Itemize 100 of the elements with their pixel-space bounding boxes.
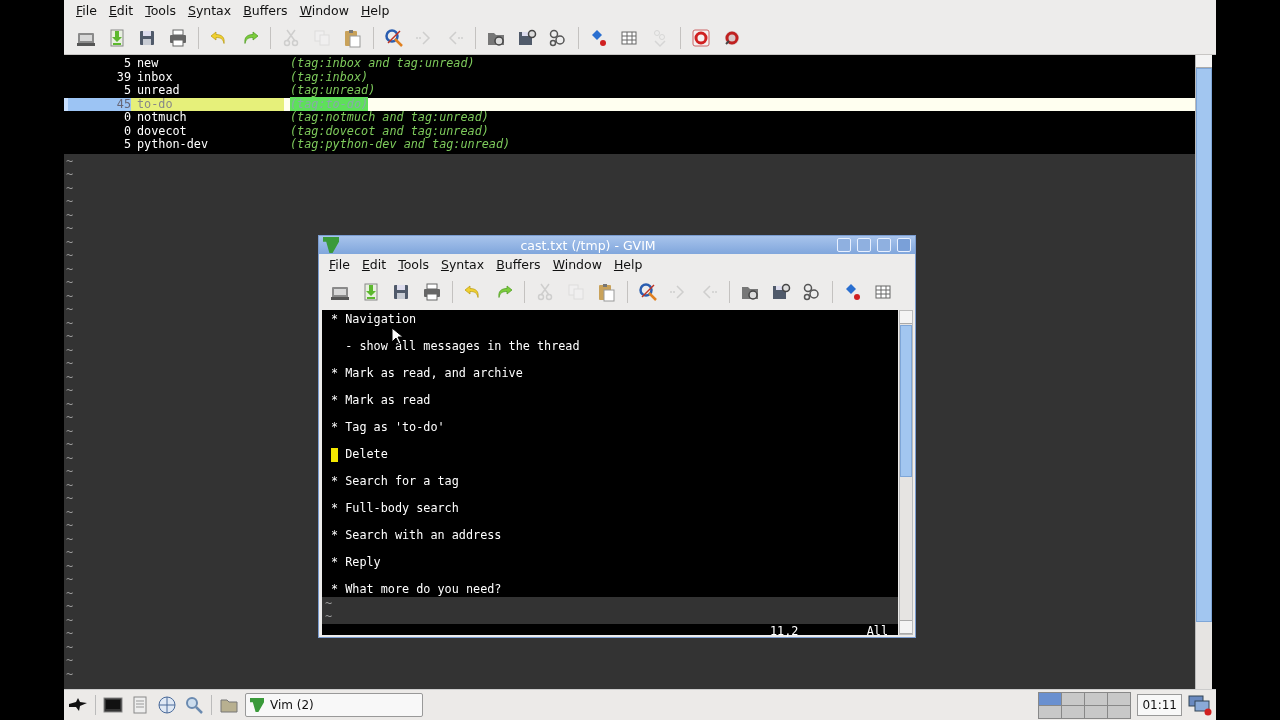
tag-name[interactable]: python-dev: [137, 137, 209, 151]
tag-query: (tag:unread): [290, 83, 376, 97]
printer-icon[interactable]: [421, 282, 442, 302]
menu-item[interactable]: Syntax: [181, 2, 238, 20]
printer-icon[interactable]: [167, 28, 188, 48]
menu-item[interactable]: Window: [293, 2, 355, 20]
empty-line-marker: ~: [325, 610, 333, 624]
workspace[interactable]: [1108, 692, 1131, 705]
text-line: Navigation: [345, 313, 417, 327]
cursor-position: 11,2: [770, 623, 799, 638]
gears-icon[interactable]: [801, 282, 822, 302]
lifebuoy-icon[interactable]: [691, 28, 712, 48]
empty-line-marker: ~: [66, 654, 74, 668]
tag-count: 5: [123, 138, 131, 152]
tag-name[interactable]: unread: [137, 83, 180, 97]
empty-line-marker: ~: [66, 465, 74, 479]
network-icon[interactable]: [1188, 694, 1212, 716]
empty-line-marker: ~: [66, 532, 74, 546]
empty-line-marker: ~: [66, 451, 74, 465]
taskbar-button[interactable]: Vim (2): [245, 693, 423, 717]
workspace[interactable]: [1062, 692, 1085, 705]
menu-item[interactable]: Syntax: [434, 256, 491, 274]
tag-count: 45: [116, 97, 131, 111]
bullet: *: [331, 394, 340, 408]
empty-line-marker: ~: [66, 343, 74, 357]
menu-item[interactable]: Buffers: [490, 256, 547, 274]
menu-item[interactable]: Help: [607, 256, 649, 274]
find-replace-icon[interactable]: [383, 28, 404, 48]
workspace-pager[interactable]: [1038, 691, 1132, 719]
menu-item[interactable]: Edit: [355, 256, 393, 274]
bullet: *: [331, 583, 340, 597]
menu-item[interactable]: Buffers: [237, 2, 294, 20]
menu-item[interactable]: Help: [354, 2, 396, 20]
scrollbar[interactable]: [1195, 55, 1212, 689]
empty-line-marker: ~: [66, 640, 74, 654]
menu-item[interactable]: File: [323, 256, 356, 274]
empty-line-marker: ~: [66, 370, 74, 384]
text-line: Reply: [345, 556, 381, 570]
tag-query: (tag:python-dev and tag:unread): [290, 137, 511, 151]
menu-item[interactable]: Window: [546, 256, 608, 274]
document-icon[interactable]: [130, 695, 150, 715]
empty-line-marker: ~: [66, 586, 74, 600]
text-line: Search with an address: [345, 529, 502, 543]
workspace[interactable]: [1085, 705, 1108, 718]
empty-line-marker: ~: [66, 303, 74, 317]
floppy-gear-icon[interactable]: [770, 282, 791, 302]
empty-line-marker: ~: [66, 384, 74, 398]
text-line: Tag as 'to-do': [345, 421, 445, 435]
scroll-position: All: [866, 623, 888, 638]
tag-name[interactable]: dovecot: [137, 123, 187, 138]
vim-logo-icon: [323, 237, 339, 253]
vim-logo-icon: [250, 698, 264, 712]
empty-line-marker: ~: [66, 249, 74, 263]
tag-query: (tag:notmuch and tag:unread): [290, 110, 489, 124]
empty-line-marker: ~: [66, 316, 74, 330]
bullet: -: [345, 340, 354, 354]
clipboard-icon[interactable]: [596, 282, 617, 302]
menu-item[interactable]: Tools: [139, 2, 182, 20]
clipboard-icon[interactable]: [342, 28, 363, 48]
text-line: show all messages in the thread: [359, 340, 580, 354]
tag-count: 0: [123, 124, 131, 138]
empty-line-marker: ~: [66, 262, 74, 276]
find-replace-icon[interactable]: [637, 282, 658, 302]
workspace[interactable]: [1085, 692, 1108, 705]
tag-name[interactable]: inbox: [137, 69, 173, 84]
tag-name[interactable]: new: [137, 56, 159, 70]
tag-count: 5: [123, 84, 131, 98]
tag-name[interactable]: notmuch: [137, 110, 187, 124]
terminal-icon[interactable]: [103, 695, 123, 715]
menu-item[interactable]: Edit: [102, 2, 140, 20]
empty-line-marker: ~: [66, 492, 74, 506]
floppy-gear-icon[interactable]: [516, 28, 537, 48]
table-icon[interactable]: [619, 28, 640, 48]
empty-line-marker: ~: [66, 276, 74, 290]
bullet: *: [331, 475, 340, 489]
empty-line-marker: ~: [66, 168, 74, 182]
window-title: cast.txt (/tmp) - GVIM: [519, 237, 657, 253]
text-line: Full-body search: [345, 502, 459, 516]
tag-query: (tag:inbox and tag:unread): [290, 56, 475, 70]
workspace[interactable]: [1062, 705, 1085, 718]
clock: 01:11: [1137, 694, 1182, 716]
text-line: Search for a tag: [345, 475, 459, 489]
bullet: *: [331, 421, 340, 435]
workspace[interactable]: [1039, 705, 1062, 718]
bullet: *: [331, 556, 340, 570]
empty-line-marker: ~: [66, 627, 74, 641]
bullet: *: [331, 313, 340, 327]
tag-query: (tag:dovecot and tag:unread): [290, 123, 489, 138]
empty-line-marker: ~: [325, 596, 333, 610]
tag-count: 0: [123, 111, 131, 125]
menu-item[interactable]: File: [70, 2, 103, 20]
gears-icon[interactable]: [547, 28, 568, 48]
text-line: Delete: [345, 448, 388, 462]
workspace[interactable]: [1108, 705, 1131, 718]
table-icon[interactable]: [873, 282, 894, 302]
menu-item[interactable]: Tools: [392, 256, 435, 274]
empty-line-marker: ~: [66, 181, 74, 195]
search-icon[interactable]: [184, 695, 204, 715]
globe-icon[interactable]: [157, 695, 177, 715]
scrollbar[interactable]: [899, 310, 913, 635]
